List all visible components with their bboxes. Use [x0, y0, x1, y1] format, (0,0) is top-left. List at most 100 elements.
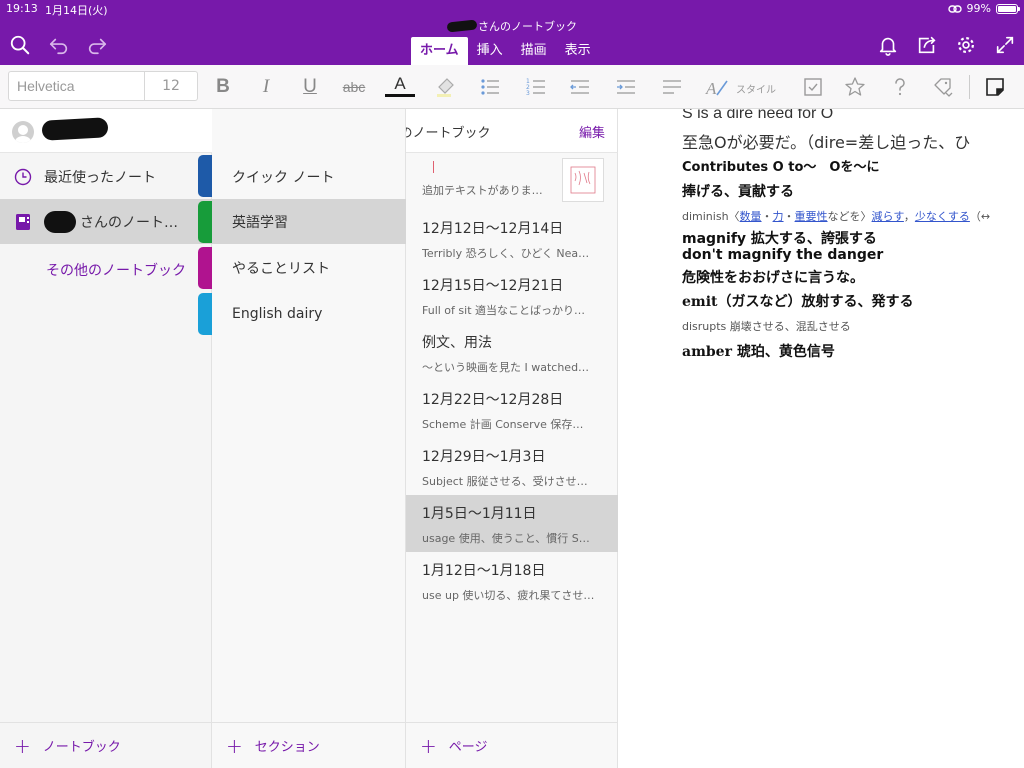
- plus-icon: +: [14, 733, 31, 758]
- edit-button[interactable]: 編集: [579, 122, 605, 141]
- indent-icon[interactable]: [611, 73, 641, 101]
- page-subtitle: Terribly 恐ろしく、ひどく Nea…: [422, 247, 590, 260]
- font-picker[interactable]: Helvetica 12: [8, 71, 198, 101]
- redacted-name: [446, 19, 478, 33]
- note-line[interactable]: Contributes O to〜 Oを〜に: [682, 156, 879, 175]
- strikethrough-button[interactable]: abc: [338, 73, 370, 101]
- note-line[interactable]: S is a dire need for O: [682, 109, 833, 123]
- page-item[interactable]: 例文、用法 〜という映画を見た I watched…: [406, 324, 618, 381]
- recent-notes-item[interactable]: 最近使ったノート: [0, 154, 212, 199]
- note-line[interactable]: 捧げる、貢献する: [682, 181, 794, 201]
- star-icon[interactable]: [840, 73, 870, 101]
- highlighter-icon[interactable]: [430, 73, 460, 101]
- section-color-tab[interactable]: [198, 155, 212, 197]
- section-item-english-study[interactable]: 英語学習: [212, 199, 406, 244]
- add-page-button[interactable]: + ページ: [406, 722, 618, 768]
- note-line[interactable]: 至急Oが必要だ。（dire=差し迫った、ひ: [682, 129, 970, 153]
- sticky-note-icon[interactable]: [980, 73, 1010, 101]
- page-title: 12月29日〜1月3日: [422, 449, 546, 465]
- search-icon[interactable]: [8, 33, 32, 57]
- add-notebook-button[interactable]: + ノートブック: [0, 722, 212, 768]
- section-item-quick-notes[interactable]: クイック ノート: [212, 154, 406, 199]
- page-subtitle: Scheme 計画 Conserve 保存…: [422, 418, 584, 431]
- gear-icon[interactable]: [954, 33, 978, 57]
- tab-home[interactable]: ホーム: [411, 37, 468, 65]
- note-line[interactable]: emit（ガスなど）放射する、発する: [682, 291, 914, 311]
- status-date: 1月14日(火): [45, 4, 108, 17]
- status-time: 19:13: [6, 2, 38, 15]
- note-line[interactable]: amber 琥珀、黄色信号: [682, 341, 835, 361]
- styles-icon[interactable]: A: [702, 73, 732, 101]
- link-icon: [947, 4, 962, 13]
- note-line[interactable]: magnify 拡大する、誇張する: [682, 228, 877, 248]
- page-item[interactable]: 追加テキストがありま…: [406, 153, 618, 210]
- bell-icon[interactable]: [876, 33, 900, 57]
- page-item[interactable]: 12月22日〜12月28日 Scheme 計画 Conserve 保存…: [406, 381, 618, 438]
- add-section-button[interactable]: + セクション: [212, 722, 406, 768]
- page-title: 12月12日〜12月14日: [422, 221, 564, 237]
- outdent-icon[interactable]: [565, 73, 595, 101]
- fullscreen-icon[interactable]: [993, 33, 1017, 57]
- plus-icon: +: [420, 733, 437, 758]
- numbered-list-icon[interactable]: 123: [521, 73, 551, 101]
- note-canvas[interactable]: S is a dire need for O 至急Oが必要だ。（dire=差し迫…: [619, 109, 1024, 768]
- redacted-username: [41, 117, 109, 141]
- notebook-title-text: さんのノートブック: [478, 20, 577, 33]
- tab-draw[interactable]: 描画: [512, 37, 556, 65]
- app-header: 19:13 1月14日(火) 99% さんのノートブック ホーム 挿入 描画 表…: [0, 0, 1024, 65]
- dictionary-link[interactable]: 減らす: [872, 210, 904, 223]
- notebook-item-current[interactable]: さんのノート…: [0, 199, 212, 244]
- bold-button[interactable]: B: [208, 73, 238, 101]
- section-item-english-diary[interactable]: English dairy: [212, 291, 406, 336]
- page-title: 1月12日〜1月18日: [422, 563, 546, 579]
- page-item[interactable]: 12月29日〜1月3日 Subject 服従させる、受けさせ…: [406, 438, 618, 495]
- underline-button[interactable]: U: [295, 73, 325, 101]
- page-title: 1月5日〜1月11日: [422, 506, 537, 522]
- undo-icon[interactable]: [47, 33, 71, 57]
- dictionary-link[interactable]: 少なくする: [915, 210, 970, 223]
- status-indicators: 99%: [947, 2, 1020, 15]
- redo-icon[interactable]: [85, 33, 109, 57]
- section-color-tab[interactable]: [198, 201, 212, 243]
- dictionary-link[interactable]: 力: [773, 210, 784, 223]
- note-text: ・: [783, 210, 795, 223]
- page-subtitle: 〜という映画を見た I watched…: [422, 361, 590, 374]
- tab-view[interactable]: 表示: [556, 37, 600, 65]
- tab-insert[interactable]: 挿入: [468, 37, 512, 65]
- section-item-todo[interactable]: やることリスト: [212, 245, 406, 290]
- avatar: [12, 121, 34, 143]
- sections-pane: クイック ノート 英語学習 やることリスト English dairy + セク…: [212, 109, 406, 768]
- note-line[interactable]: disrupts 崩壊させる、混乱させる: [682, 318, 851, 334]
- page-title: 例文、用法: [422, 335, 492, 351]
- note-line-links[interactable]: diminish〈数量・力・重要性などを〉減らす，少なくする（↔: [682, 208, 990, 224]
- share-icon[interactable]: [915, 33, 939, 57]
- page-subtitle: Full of sit 適当なことばっかり…: [422, 304, 586, 317]
- font-name-field[interactable]: Helvetica: [9, 72, 145, 100]
- page-item-selected[interactable]: 1月5日〜1月11日 usage 使用、使うこと、慣行 S…: [406, 495, 618, 552]
- section-color-tab[interactable]: [198, 293, 212, 335]
- styles-label[interactable]: スタイル: [736, 81, 776, 96]
- italic-button[interactable]: I: [251, 73, 281, 101]
- page-item[interactable]: 12月12日〜12月14日 Terribly 恐ろしく、ひどく Nea…: [406, 210, 618, 267]
- note-text: （↔: [969, 210, 991, 223]
- dictionary-link[interactable]: 重要性: [795, 210, 828, 223]
- note-line[interactable]: 危険性をおおげさに言うな。: [682, 267, 864, 287]
- page-item[interactable]: 1月12日〜1月18日 use up 使い切る、疲れ果てさせ…: [406, 552, 618, 609]
- tag-dropdown-icon[interactable]: [928, 73, 958, 101]
- user-account[interactable]: [0, 109, 212, 153]
- other-notebooks-link[interactable]: その他のノートブック: [46, 260, 186, 280]
- section-color-tab[interactable]: [198, 247, 212, 289]
- question-icon[interactable]: [885, 73, 915, 101]
- svg-text:3: 3: [526, 90, 530, 97]
- font-size-field[interactable]: 12: [145, 72, 197, 100]
- align-icon[interactable]: [657, 73, 687, 101]
- font-color-button[interactable]: A: [385, 73, 415, 97]
- page-item[interactable]: 12月15日〜12月21日 Full of sit 適当なことばっかり…: [406, 267, 618, 324]
- checkbox-tag-icon[interactable]: [798, 73, 828, 101]
- page-title: 12月22日〜12月28日: [422, 392, 564, 408]
- page-thumbnail: [562, 158, 604, 202]
- note-text: などを〉: [827, 210, 872, 223]
- dictionary-link[interactable]: 数量: [740, 210, 762, 223]
- note-line[interactable]: don't magnify the danger: [682, 247, 883, 263]
- bullet-list-icon[interactable]: [475, 73, 505, 101]
